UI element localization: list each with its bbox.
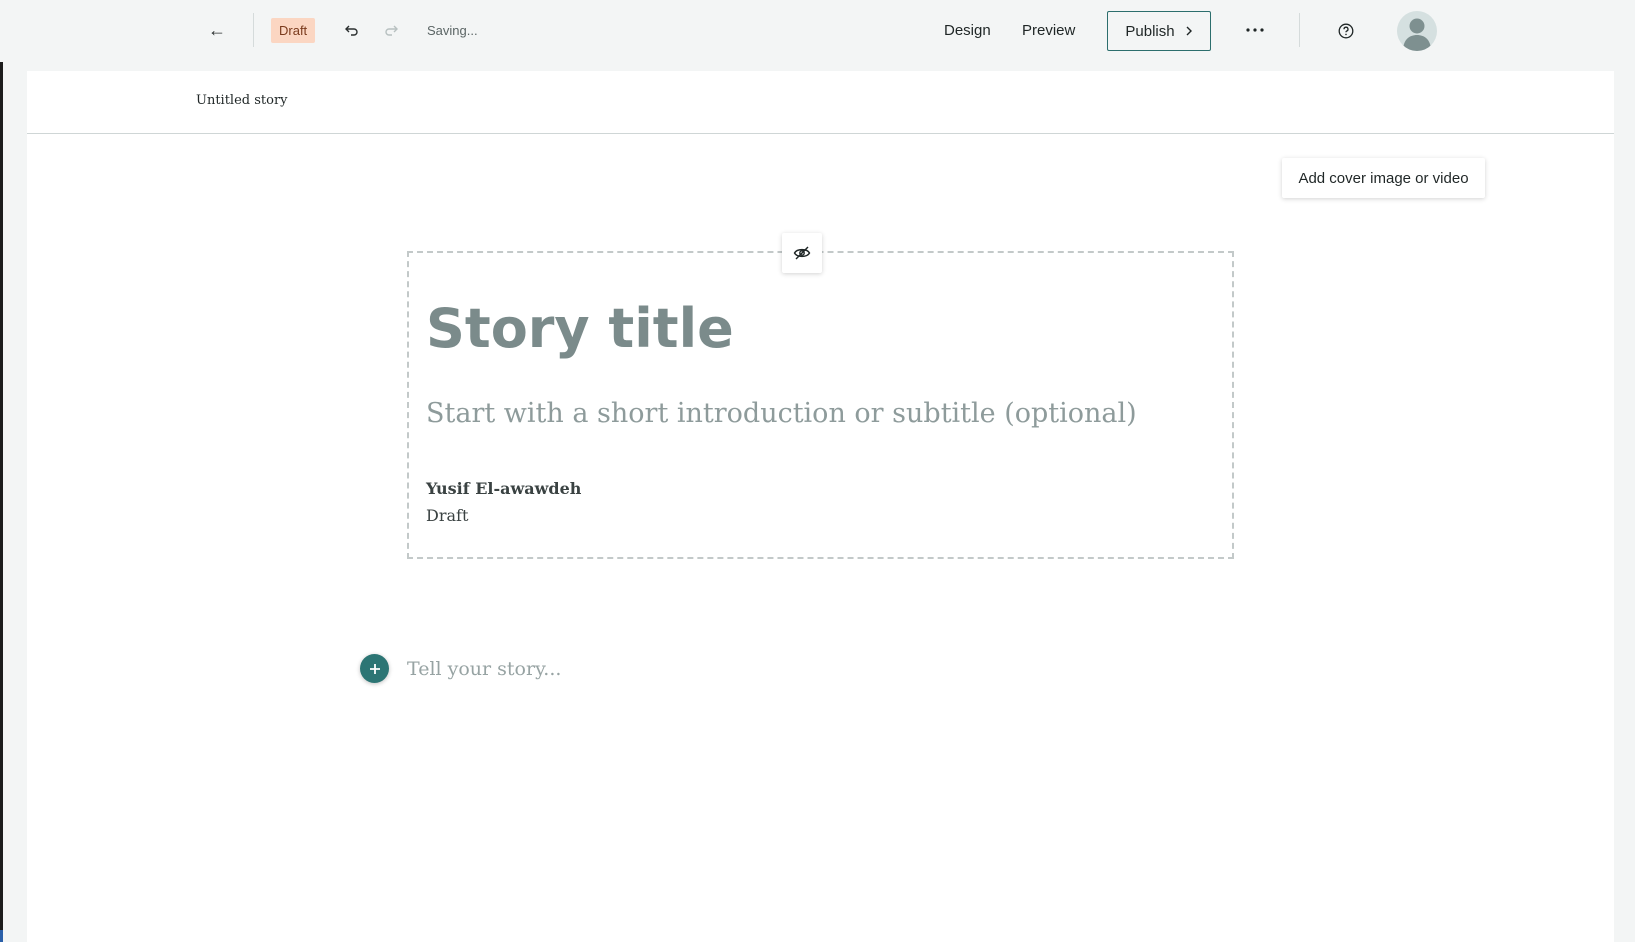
toolbar-divider (1299, 13, 1300, 47)
story-title-input[interactable]: Story title (426, 297, 734, 360)
draft-status-badge: Draft (271, 18, 316, 43)
hide-title-block-button[interactable] (782, 233, 822, 273)
window-left-edge-accent (0, 930, 3, 942)
help-button[interactable] (1333, 18, 1359, 44)
author-status: Draft (426, 506, 469, 525)
window-left-edge (0, 0, 3, 942)
undo-icon (345, 25, 358, 36)
add-block-button[interactable] (360, 654, 389, 683)
toolbar-divider (253, 13, 254, 47)
more-options-button[interactable] (1240, 16, 1270, 44)
chevron-right-icon (1186, 26, 1192, 36)
more-horizontal-icon (1246, 28, 1264, 32)
user-avatar[interactable] (1397, 11, 1437, 51)
author-name: Yusif El-awawdeh (426, 479, 582, 498)
redo-button[interactable] (379, 16, 403, 44)
arrow-left-icon: ← (208, 19, 226, 40)
design-button[interactable]: Design (944, 16, 991, 44)
story-editor-page: Untitled story Add cover image or video … (27, 71, 1614, 942)
saving-status: Saving... (427, 22, 478, 38)
help-circle-icon (1338, 23, 1354, 39)
add-cover-button[interactable]: Add cover image or video (1282, 158, 1485, 198)
eye-off-icon (793, 246, 811, 260)
undo-button[interactable] (340, 16, 364, 44)
plus-icon (369, 663, 380, 674)
redo-icon (385, 25, 398, 36)
story-name[interactable]: Untitled story (196, 93, 288, 108)
story-name-bar: Untitled story (27, 71, 1614, 134)
story-body-input[interactable]: Tell your story... (407, 658, 561, 680)
title-block[interactable]: Story title Start with a short introduct… (407, 233, 1234, 559)
back-button[interactable]: ← (204, 16, 230, 44)
story-subtitle-input[interactable]: Start with a short introduction or subti… (426, 398, 1137, 429)
publish-button[interactable]: Publish (1107, 11, 1211, 51)
editor-toolbar: ← Draft Saving... Design Preview Publish (0, 0, 1635, 62)
user-avatar-icon (1403, 18, 1431, 51)
preview-button[interactable]: Preview (1022, 16, 1075, 44)
publish-label: Publish (1125, 22, 1175, 40)
